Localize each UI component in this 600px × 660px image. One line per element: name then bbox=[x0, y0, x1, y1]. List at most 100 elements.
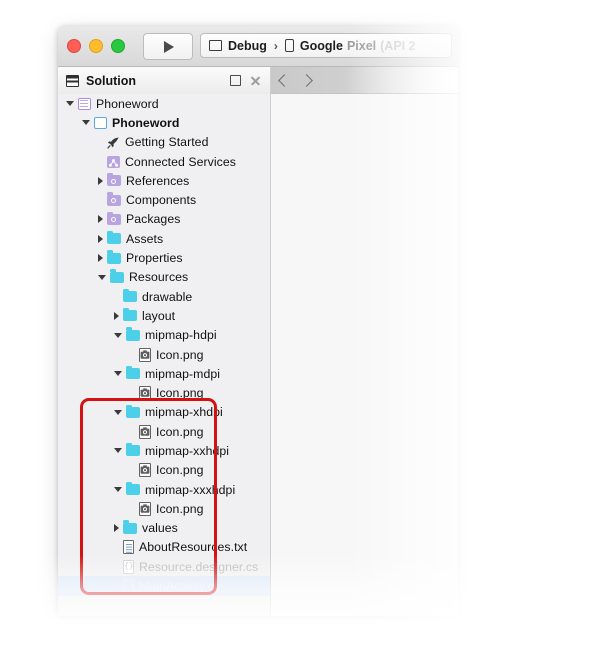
tree-node-connected-services[interactable]: Connected Services bbox=[58, 152, 270, 171]
tree-node-icon-png[interactable]: Icon.png bbox=[58, 461, 270, 480]
pad-header-actions bbox=[230, 75, 261, 86]
tree-node-label: Connected Services bbox=[125, 154, 236, 169]
chevron-down-icon[interactable] bbox=[114, 487, 122, 493]
close-icon[interactable] bbox=[250, 75, 261, 86]
tree-node-mainactivity-cs[interactable]: {} MainActivity.cs bbox=[58, 576, 270, 596]
folder-icon bbox=[123, 288, 137, 303]
tree-node-label: AboutResources.txt bbox=[139, 540, 248, 555]
png-file-icon bbox=[139, 501, 151, 516]
chevron-down-icon[interactable] bbox=[82, 120, 90, 126]
tree-node-label: mipmap-xxhdpi bbox=[145, 443, 230, 458]
tree-node-label: Icon.png bbox=[156, 501, 204, 516]
traffic-lights bbox=[67, 39, 125, 53]
maximize-window-button[interactable] bbox=[111, 39, 125, 53]
pin-icon[interactable] bbox=[230, 75, 241, 86]
folder-icon bbox=[107, 230, 121, 245]
device-label: Google bbox=[299, 38, 343, 53]
tree-node-mipmap-xxhdpi[interactable]: mipmap-xxhdpi bbox=[58, 441, 270, 460]
tree-node-resource-designer-cs[interactable]: {} Resource.designer.cs bbox=[58, 557, 270, 576]
tree-node-mipmap-mdpi[interactable]: mipmap-mdpi bbox=[58, 364, 270, 383]
package-folder-icon bbox=[107, 211, 121, 225]
tree-node-aboutresources-txt[interactable]: AboutResources.txt bbox=[58, 538, 270, 557]
tree-node-label: Assets bbox=[126, 231, 164, 246]
chevron-right-icon[interactable] bbox=[98, 254, 103, 263]
chevron-right-icon[interactable] bbox=[300, 73, 313, 87]
folder-icon bbox=[110, 269, 124, 283]
tree-node-mipmap-xxxhdpi[interactable]: mipmap-xxxhdpi bbox=[58, 480, 270, 499]
tree-node-label: mipmap-xhdpi bbox=[145, 405, 223, 420]
tree-node-label: layout bbox=[142, 308, 176, 323]
chevron-down-icon[interactable] bbox=[98, 274, 106, 280]
folder-icon bbox=[107, 250, 121, 264]
chevron-down-icon[interactable] bbox=[114, 448, 122, 454]
chevron-down-icon[interactable] bbox=[114, 332, 122, 338]
tree-node-label: Components bbox=[126, 193, 197, 208]
folder-icon bbox=[126, 443, 140, 457]
device-label-part3: (API 2 bbox=[380, 38, 416, 53]
folder-icon bbox=[126, 404, 140, 418]
run-button[interactable] bbox=[143, 33, 193, 60]
tree-node-icon-png[interactable]: Icon.png bbox=[58, 383, 270, 402]
chevron-right-icon[interactable] bbox=[98, 215, 103, 224]
play-icon bbox=[164, 40, 174, 53]
tree-node-assets[interactable]: Assets bbox=[58, 229, 270, 248]
png-file-icon bbox=[139, 386, 151, 401]
tree-node-label: mipmap-hdpi bbox=[145, 328, 217, 343]
chevron-right-icon[interactable] bbox=[114, 524, 119, 533]
tree-node-label: Resource.designer.cs bbox=[139, 559, 259, 574]
tree-node-components[interactable]: Components bbox=[58, 190, 270, 209]
tree-node-phoneword[interactable]: Phoneword bbox=[58, 113, 270, 132]
tree-node-icon-png[interactable]: Icon.png bbox=[58, 422, 270, 441]
editor-area bbox=[271, 94, 458, 616]
csharp-file-icon: {} bbox=[123, 559, 134, 574]
device-label-part2: Pixel bbox=[346, 38, 377, 53]
text-file-icon bbox=[123, 540, 134, 555]
tree-node-label: values bbox=[142, 521, 178, 536]
tree-node-values[interactable]: values bbox=[58, 519, 270, 538]
run-configuration-bar[interactable]: Debug › Google Pixel (API 2 bbox=[200, 33, 452, 58]
document-nav-strip bbox=[271, 67, 458, 94]
ide-window: Debug › Google Pixel (API 2 Solution Pho… bbox=[58, 26, 458, 616]
tree-node-icon-png[interactable]: Icon.png bbox=[58, 499, 270, 518]
chevron-right-icon[interactable] bbox=[98, 176, 103, 185]
folder-icon bbox=[126, 481, 140, 496]
tree-node-label: Phoneword bbox=[96, 96, 159, 111]
chevron-down-icon[interactable] bbox=[66, 101, 74, 107]
chevron-down-icon[interactable] bbox=[114, 371, 122, 377]
tree-node-layout[interactable]: layout bbox=[58, 306, 270, 325]
chevron-left-icon[interactable] bbox=[278, 73, 291, 87]
tree-node-label: Icon.png bbox=[156, 424, 204, 439]
tree-node-label: Icon.png bbox=[156, 386, 204, 401]
solution-icon bbox=[78, 97, 91, 110]
tree-node-icon-png[interactable]: Icon.png bbox=[58, 345, 270, 364]
solution-pad-header: Solution bbox=[58, 67, 271, 95]
tree-node-packages[interactable]: Packages bbox=[58, 210, 270, 229]
tree-node-label: mipmap-mdpi bbox=[145, 366, 221, 381]
tree-node-references[interactable]: References bbox=[58, 171, 270, 190]
tree-node-mipmap-hdpi[interactable]: mipmap-hdpi bbox=[58, 326, 270, 345]
close-window-button[interactable] bbox=[67, 39, 81, 53]
tree-node-mipmap-xhdpi[interactable]: mipmap-xhdpi bbox=[58, 403, 270, 422]
csharp-file-icon: {} bbox=[123, 579, 134, 594]
tree-node-phoneword[interactable]: Phoneword bbox=[58, 94, 270, 113]
tree-node-label: Icon.png bbox=[156, 463, 204, 478]
solution-tree[interactable]: Phoneword Phoneword Getting Started Connect… bbox=[58, 94, 271, 616]
minimize-window-button[interactable] bbox=[89, 39, 103, 53]
tree-node-getting-started[interactable]: Getting Started bbox=[58, 133, 270, 152]
package-folder-icon bbox=[107, 192, 121, 206]
tree-node-label: drawable bbox=[142, 289, 193, 304]
chevron-right-icon[interactable] bbox=[114, 311, 119, 320]
tree-node-drawable[interactable]: drawable bbox=[58, 287, 270, 306]
page-title: Solution bbox=[86, 73, 136, 88]
png-file-icon bbox=[139, 347, 151, 362]
tree-node-label: Getting Started bbox=[125, 135, 209, 150]
folder-icon bbox=[126, 365, 140, 380]
tree-node-label: Icon.png bbox=[156, 347, 204, 362]
chevron-down-icon[interactable] bbox=[114, 409, 122, 415]
chevron-right-icon[interactable] bbox=[98, 234, 103, 243]
tree-node-resources[interactable]: Resources bbox=[58, 268, 270, 287]
tree-node-label: References bbox=[126, 173, 190, 188]
tree-node-properties[interactable]: Properties bbox=[58, 248, 270, 267]
project-icon bbox=[94, 116, 107, 129]
tree-node-label: Properties bbox=[126, 251, 183, 266]
